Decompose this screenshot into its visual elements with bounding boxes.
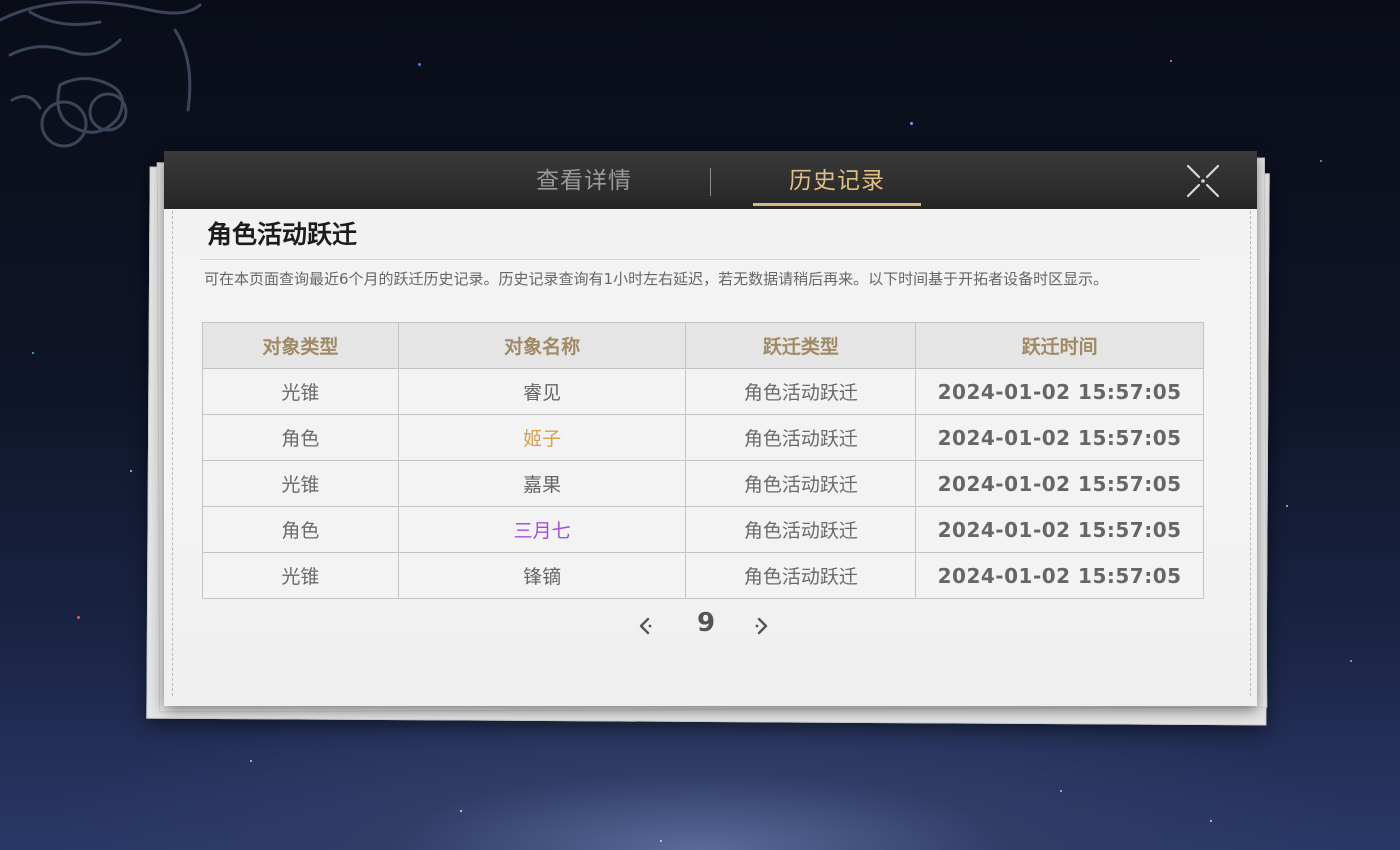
cell-item-type: 光锥 — [202, 552, 399, 599]
chevron-left-icon — [639, 617, 652, 635]
table-row: 光锥 锋镝 角色活动跃迁 2024-01-02 15:57:05 — [202, 552, 1204, 599]
star — [910, 122, 913, 125]
warp-history-table: 对象类型 对象名称 跃迁类型 跃迁时间 光锥 睿见 角色活动跃迁 2024-01… — [202, 322, 1204, 599]
star — [1320, 160, 1322, 162]
cell-warp-type: 角色活动跃迁 — [685, 552, 917, 599]
cell-warp-time: 2024-01-02 15:57:05 — [915, 414, 1204, 461]
warp-history-dialog: 查看详情 历史记录 角色活动跃迁 可在本页面查询最近6个月的跃迁历史记录。历史记… — [164, 151, 1257, 706]
star — [77, 616, 80, 619]
star — [418, 63, 421, 66]
next-page-button[interactable] — [749, 614, 773, 638]
star — [1286, 505, 1288, 507]
tab-bar: 查看详情 历史记录 — [164, 151, 1257, 209]
cell-item-name: 锋镝 — [397, 552, 687, 599]
star — [32, 352, 34, 354]
title-divider — [200, 259, 1200, 260]
table-row: 光锥 睿见 角色活动跃迁 2024-01-02 15:57:05 — [202, 368, 1204, 415]
current-page-number: 9 — [696, 608, 716, 638]
chevron-right-icon — [755, 617, 768, 635]
cell-item-name: 嘉果 — [397, 460, 687, 507]
cell-warp-type: 角色活动跃迁 — [685, 368, 917, 415]
table-row: 角色 三月七 角色活动跃迁 2024-01-02 15:57:05 — [202, 506, 1204, 553]
table-row: 角色 姬子 角色活动跃迁 2024-01-02 15:57:05 — [202, 414, 1204, 461]
cell-warp-type: 角色活动跃迁 — [685, 460, 917, 507]
cell-warp-type: 角色活动跃迁 — [685, 414, 917, 461]
cell-warp-time: 2024-01-02 15:57:05 — [915, 506, 1204, 553]
cell-warp-time: 2024-01-02 15:57:05 — [915, 552, 1204, 599]
table-row: 光锥 嘉果 角色活动跃迁 2024-01-02 15:57:05 — [202, 460, 1204, 507]
tab-divider — [710, 168, 711, 196]
character-doodle-decoration — [0, 0, 202, 148]
star — [1060, 790, 1062, 792]
cell-warp-time: 2024-01-02 15:57:05 — [915, 368, 1204, 415]
table-header-row: 对象类型 对象名称 跃迁类型 跃迁时间 — [202, 322, 1204, 369]
star — [1210, 820, 1212, 822]
star — [250, 760, 252, 762]
column-header-warp-time: 跃迁时间 — [915, 322, 1204, 369]
close-button[interactable] — [1182, 163, 1224, 199]
star — [130, 470, 132, 472]
cell-item-type: 光锥 — [202, 368, 399, 415]
column-header-item-type: 对象类型 — [202, 322, 399, 369]
star — [1170, 60, 1172, 62]
pagination: 9 — [634, 606, 794, 646]
history-description: 可在本页面查询最近6个月的跃迁历史记录。历史记录查询有1小时左右延迟，若无数据请… — [204, 270, 1109, 288]
active-tab-indicator — [753, 203, 921, 206]
close-icon — [1186, 164, 1220, 198]
page-title: 角色活动跃迁 — [207, 220, 358, 249]
cell-item-type: 角色 — [202, 506, 399, 553]
cell-item-name: 睿见 — [397, 368, 687, 415]
cell-item-name: 姬子 — [397, 414, 687, 461]
star — [660, 840, 662, 842]
cell-warp-time: 2024-01-02 15:57:05 — [915, 460, 1204, 507]
column-header-item-name: 对象名称 — [397, 322, 687, 369]
column-header-warp-type: 跃迁类型 — [685, 322, 917, 369]
previous-page-button[interactable] — [634, 614, 658, 638]
cell-item-type: 光锥 — [202, 460, 399, 507]
cell-item-type: 角色 — [202, 414, 399, 461]
tab-history[interactable]: 历史记录 — [754, 151, 920, 209]
star — [460, 810, 462, 812]
cell-item-name: 三月七 — [397, 506, 687, 553]
tab-view-details[interactable]: 查看详情 — [494, 151, 674, 209]
cell-warp-type: 角色活动跃迁 — [685, 506, 917, 553]
star — [1350, 660, 1352, 662]
